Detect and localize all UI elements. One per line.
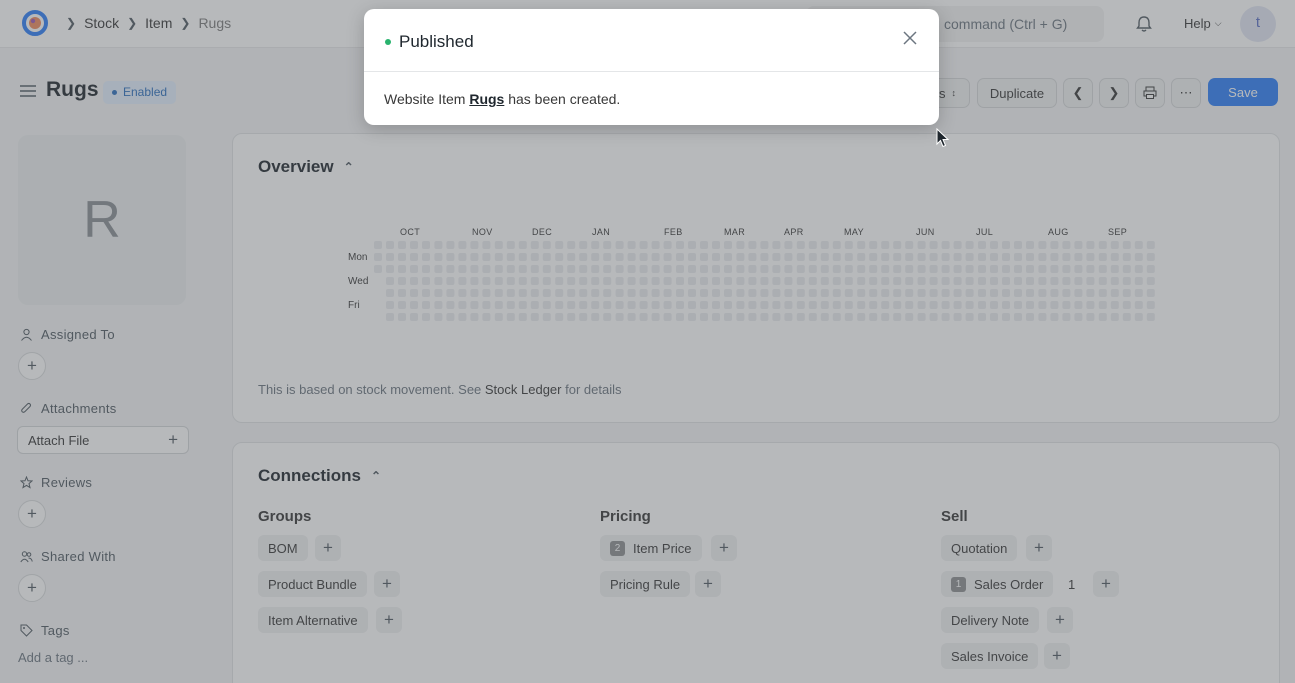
published-dialog: Published Website Item Rugs has been cre… — [364, 9, 939, 125]
message-suffix: has been created. — [504, 91, 621, 107]
website-item-link[interactable]: Rugs — [469, 91, 504, 107]
dialog-title-text: Published — [399, 32, 474, 51]
message-prefix: Website Item — [384, 91, 470, 107]
dialog-message: Website Item Rugs has been created. — [384, 91, 620, 107]
success-indicator-dot — [385, 39, 391, 45]
mouse-cursor-icon — [936, 128, 950, 148]
dialog-header: Published — [364, 9, 939, 72]
dialog-title: Published — [385, 32, 474, 52]
close-icon[interactable] — [901, 29, 919, 47]
